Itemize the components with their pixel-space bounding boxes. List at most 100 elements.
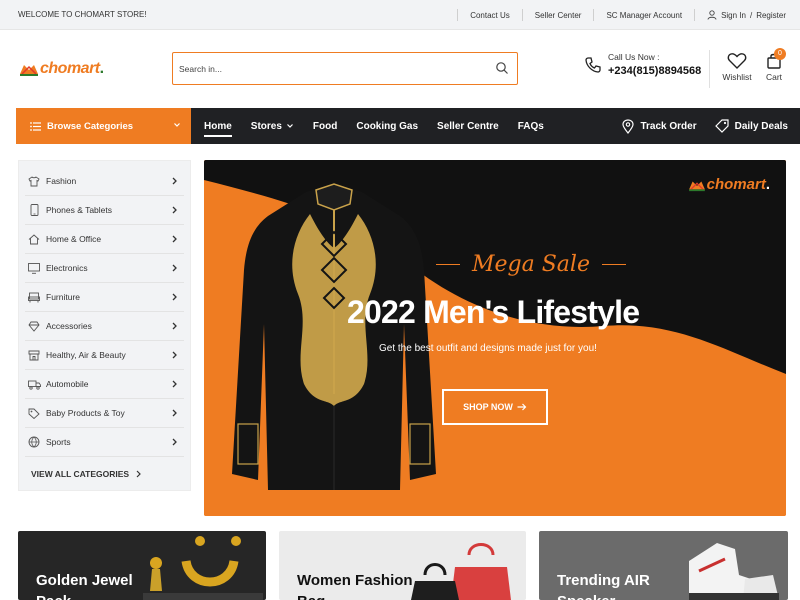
sidebar-item-automobile[interactable]: Automobile [25,370,184,399]
arrow-right-icon [517,403,527,411]
track-order-label: Track Order [640,120,697,132]
chevron-down-icon [286,124,293,128]
sidebar-item-phones[interactable]: Phones & Tablets [25,196,184,225]
search-input[interactable] [179,61,479,77]
sidebar-item-furniture[interactable]: Furniture [25,283,184,312]
daily-deals-label: Daily Deals [734,120,788,132]
hero-banner[interactable]: chomart. Mega Sale 2022 Men's Lifestyle … [204,160,786,516]
chevron-right-icon [172,380,177,388]
heart-icon [727,53,747,69]
sidebar-item-label: Sports [46,437,71,447]
hero-title: 2022 Men's Lifestyle [347,294,640,330]
cart-count-badge: 0 [774,48,786,60]
divider [593,9,595,21]
contact-us-link[interactable]: Contact Us [470,11,510,20]
promo-card-speaker[interactable]: Trending AIR Speaker [539,531,788,600]
divider [694,9,696,21]
sidebar-item-label: Home & Office [46,234,102,244]
decor-line [436,263,460,266]
sidebar-item-fashion[interactable]: Fashion [25,167,184,196]
nav-cooking-gas-label: Cooking Gas [356,120,419,132]
banner-logo: chomart. [687,176,770,193]
promo-card-title: Trending AIR Speaker [557,572,650,600]
daily-deals-link[interactable]: Daily Deals [714,119,788,133]
nav-right: Track Order Daily Deals [622,108,788,144]
user-icon [707,10,717,20]
chevron-right-icon [172,351,177,359]
sidebar-item-electronics[interactable]: Electronics [25,254,184,283]
sidebar-item-health-beauty[interactable]: Healthy, Air & Beauty [25,341,184,370]
track-order-link[interactable]: Track Order [622,118,697,134]
promo-card-title: Women Fashion Bag [297,572,413,600]
sidebar-item-accessories[interactable]: Accessories [25,312,184,341]
call-us[interactable]: Call Us Now : +234(815)8894568 [584,52,701,77]
welcome-text: WELCOME TO CHOMART STORE! [18,10,147,19]
top-bar: WELCOME TO CHOMART STORE! Contact Us Sel… [0,0,800,30]
tag-icon [714,119,729,133]
phone-icon [27,203,41,217]
nav-home[interactable]: Home [204,120,232,137]
location-pin-icon [622,118,635,134]
chevron-down-icon [174,123,180,127]
sidebar-item-label: Fashion [46,176,77,186]
sidebar-item-label: Electronics [46,263,88,273]
divider [709,50,710,88]
sidebar-item-label: Furniture [46,292,81,302]
chevron-right-icon [172,235,177,243]
sign-in-link[interactable]: Sign In [721,11,746,20]
logo[interactable]: chomart. [18,60,104,78]
account-links: Sign In / Register [707,10,786,20]
view-all-label: VIEW ALL CATEGORIES [31,469,130,479]
sidebar-item-label: Accessories [46,321,92,331]
logo-text: chomart [40,60,100,77]
truck-icon [27,377,41,391]
nav-faqs[interactable]: FAQs [518,121,544,132]
chevron-right-icon [172,206,177,214]
home-icon [27,232,41,246]
ball-icon [27,435,41,449]
chevron-right-icon [136,470,141,478]
shirt-icon [27,174,41,188]
nav-faqs-label: FAQs [517,120,544,132]
cart-button[interactable]: 0 Cart [760,48,788,82]
sidebar-item-home-office[interactable]: Home & Office [25,225,184,254]
nav-food-label: Food [312,120,338,132]
decor-line [601,263,626,266]
nav-home-label: Home [204,120,232,132]
promo-card-jewel[interactable]: Golden Jewel Pack [18,531,266,600]
promo-card-bag[interactable]: Women Fashion Bag [279,531,526,600]
nav-links: Home Stores Food Cooking Gas Seller Cent… [204,108,563,144]
nav-seller-centre[interactable]: Seller Centre [437,121,499,132]
chevron-right-icon [172,322,177,330]
seller-center-link[interactable]: Seller Center [535,11,582,20]
nav-stores-label: Stores [250,120,282,132]
chevron-right-icon [172,438,177,446]
search-icon[interactable] [495,61,509,75]
nav-food[interactable]: Food [313,121,337,132]
sidebar-item-sports[interactable]: Sports [25,428,184,457]
divider [457,9,459,21]
banner-logo-dot: . [765,176,770,193]
main-nav: Browse Categories Home Stores Food Cooki… [16,108,800,144]
wishlist-button[interactable]: Wishlist [720,52,754,82]
chevron-right-icon [172,264,177,272]
shirt-image [232,183,436,490]
shop-now-button[interactable]: SHOP NOW [442,389,548,425]
sidebar-item-label: Baby Products & Toy [46,408,125,418]
store-icon [27,348,41,362]
sidebar-item-baby-toy[interactable]: Baby Products & Toy [25,399,184,428]
sc-manager-link[interactable]: SC Manager Account [606,11,682,20]
nav-cooking-gas[interactable]: Cooking Gas [356,121,418,132]
call-label: Call Us Now : [608,52,660,62]
tag-icon [27,406,41,420]
chevron-right-icon [172,409,177,417]
phone-icon [585,56,601,73]
divider [521,9,523,21]
logo-mark-icon [688,181,705,191]
register-link[interactable]: Register [756,11,786,20]
nav-stores[interactable]: Stores [251,121,294,132]
browse-categories-button[interactable]: Browse Categories [16,108,191,144]
call-number: +234(815)8894568 [608,65,702,77]
diamond-icon [27,319,41,333]
view-all-categories-link[interactable]: VIEW ALL CATEGORIES [25,457,184,479]
